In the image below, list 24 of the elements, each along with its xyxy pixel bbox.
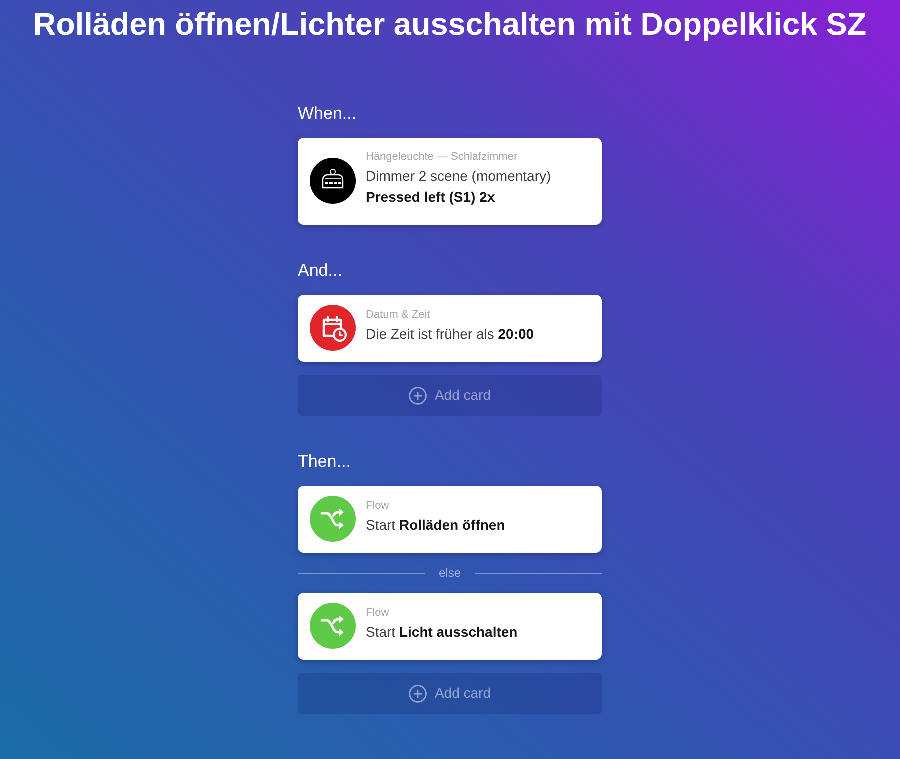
flow-card[interactable]: Datum & Zeit Die Zeit ist früher als 20:00 — [298, 295, 602, 362]
else-label: else — [439, 566, 462, 580]
section-heading: Then... — [298, 452, 352, 472]
crossing-arrows-icon — [310, 496, 356, 542]
crossing-arrows-icon — [310, 603, 356, 649]
card-source-text: Flow — [366, 606, 390, 620]
card-text: Die Zeit ist früher als 20:00 — [366, 324, 534, 344]
card-source-text: Hängeleuchte — Schlafzimmer — [366, 150, 519, 165]
flow-card[interactable]: Hängeleuchte — Schlafzimmer Dimmer 2 scene (momentary) Pressed left (S1) 2x — [298, 138, 602, 225]
card-text: Start Licht ausschalten — [366, 622, 518, 642]
card-text: Dimmer 2 scene (momentary) — [366, 167, 552, 186]
calendar-clock-icon — [310, 305, 356, 351]
card-source-text: Flow — [366, 498, 390, 514]
flow-title: Rolläden öffnen/Lichter ausschalten mit Doppelklick SZ — [32, 5, 868, 43]
device-icon — [310, 158, 356, 204]
section-heading: When... — [298, 104, 358, 124]
plus-icon — [408, 386, 427, 404]
section-heading: And... — [298, 261, 344, 281]
flow-card[interactable]: Flow Start Licht ausschalten — [298, 593, 602, 660]
card-source-text: Datum & Zeit — [366, 308, 432, 322]
flow-card[interactable]: Flow Start Rolläden öffnen — [298, 486, 602, 553]
plus-icon — [408, 684, 427, 702]
card-detail-text: Pressed left (S1) 2x — [366, 188, 496, 207]
card-text: Start Rolläden öffnen — [366, 516, 506, 534]
